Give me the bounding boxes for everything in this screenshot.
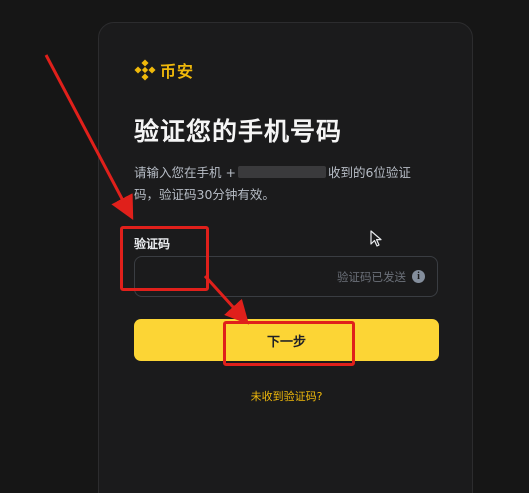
resend-code-link[interactable]: 未收到验证码? xyxy=(134,388,439,404)
brand-header[interactable]: 币安 xyxy=(134,58,194,82)
info-icon[interactable]: i xyxy=(412,270,425,283)
page-title: 验证您的手机号码 xyxy=(134,117,343,146)
brand-name: 币安 xyxy=(160,62,195,81)
highlight-next-button-box xyxy=(223,321,355,366)
page: 币安 验证您的手机号码 请输入您在手机 + 收到的6位验证码，验证码30分钟有效。… xyxy=(0,0,529,493)
mouse-cursor-icon xyxy=(370,230,382,252)
masked-phone-number xyxy=(237,166,326,178)
code-sent-text: 验证码已发送 xyxy=(337,269,406,284)
binance-logo-icon xyxy=(134,59,156,81)
highlight-code-label-box xyxy=(120,226,209,291)
description-text-1: 请输入您在手机 + xyxy=(134,165,236,180)
code-sent-status: 验证码已发送 i xyxy=(337,257,425,296)
page-description: 请输入您在手机 + 收到的6位验证码，验证码30分钟有效。 xyxy=(134,162,434,206)
